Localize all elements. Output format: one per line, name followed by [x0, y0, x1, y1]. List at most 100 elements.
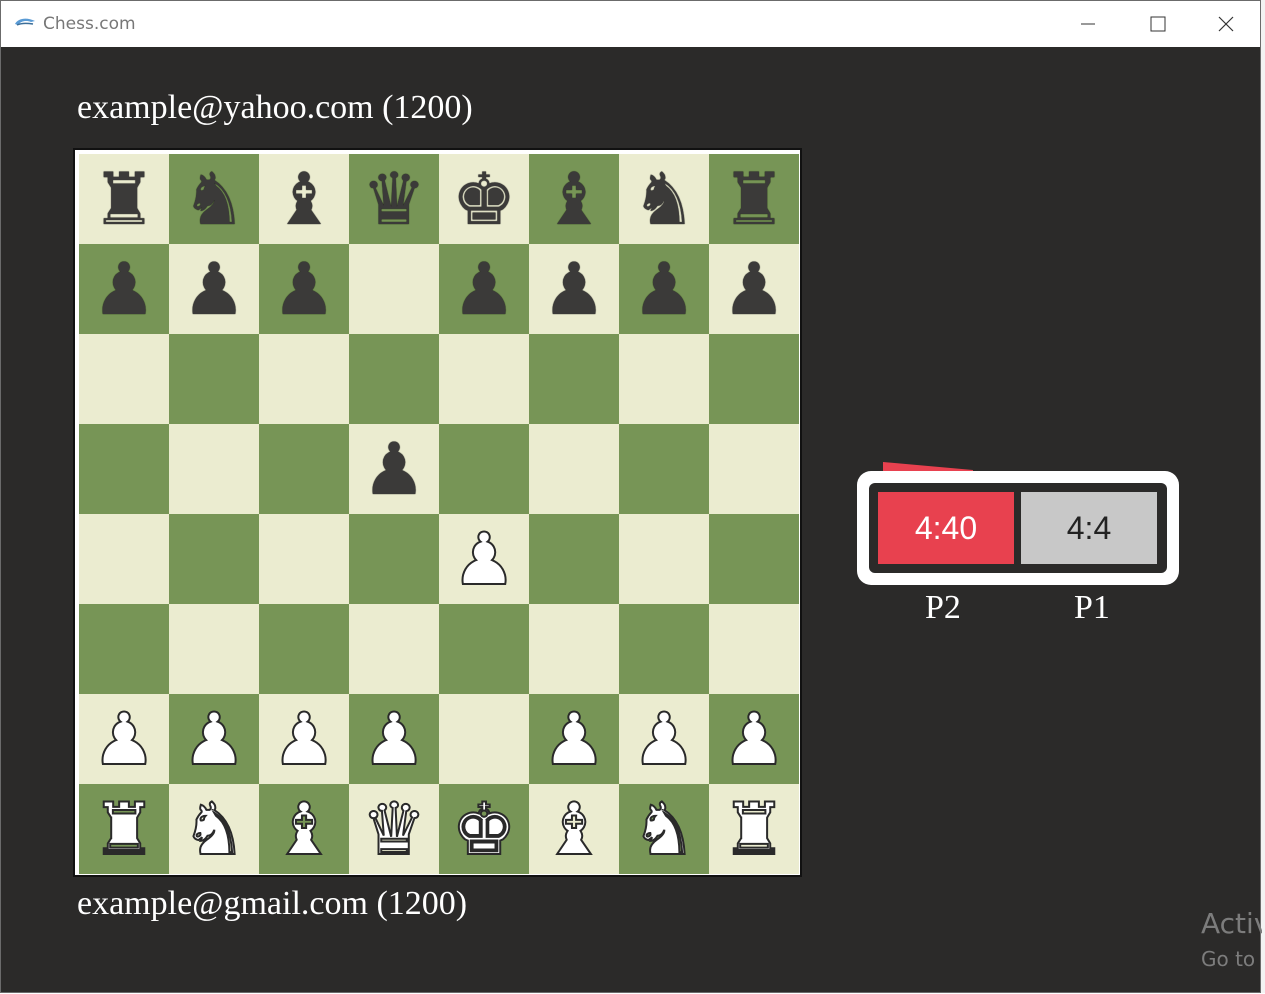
white-knight-icon[interactable]: ♞: [181, 792, 248, 866]
white-pawn-icon[interactable]: ♟: [541, 702, 608, 776]
square-e1[interactable]: ♚: [439, 784, 529, 874]
square-c6[interactable]: [259, 334, 349, 424]
activate-windows-subtitle: Go to: [1201, 947, 1256, 971]
white-rook-icon[interactable]: ♜: [721, 792, 788, 866]
white-pawn-icon[interactable]: ♟: [181, 702, 248, 776]
square-e4[interactable]: ♟: [439, 514, 529, 604]
square-d7[interactable]: [349, 244, 439, 334]
square-b4[interactable]: [169, 514, 259, 604]
square-c2[interactable]: ♟: [259, 694, 349, 784]
square-e5[interactable]: [439, 424, 529, 514]
black-queen-icon[interactable]: ♛: [362, 163, 427, 235]
white-queen-icon[interactable]: ♛: [361, 792, 428, 866]
black-king-icon[interactable]: ♚: [452, 163, 517, 235]
square-e6[interactable]: [439, 334, 529, 424]
square-h1[interactable]: ♜: [709, 784, 799, 874]
square-a6[interactable]: [79, 334, 169, 424]
square-c4[interactable]: [259, 514, 349, 604]
square-c7[interactable]: ♟: [259, 244, 349, 334]
white-pawn-icon[interactable]: ♟: [361, 702, 428, 776]
square-b8[interactable]: ♞: [169, 154, 259, 244]
square-b3[interactable]: [169, 604, 259, 694]
square-d2[interactable]: ♟: [349, 694, 439, 784]
square-a1[interactable]: ♜: [79, 784, 169, 874]
square-b7[interactable]: ♟: [169, 244, 259, 334]
square-h7[interactable]: ♟: [709, 244, 799, 334]
square-h4[interactable]: [709, 514, 799, 604]
square-g3[interactable]: [619, 604, 709, 694]
activate-windows-title: Activ: [1201, 907, 1262, 940]
square-f7[interactable]: ♟: [529, 244, 619, 334]
chess-board[interactable]: ♜ ♞ ♝ ♛ ♚ ♝ ♞ ♜ ♟ ♟ ♟ ♟ ♟ ♟ ♟ ♟ ♟ ♟ ♟ ♟ ♟ ♟ ♟ ♟ ♜ ♞ ♝ ♛ ♚ ♝ ♞ ♜: [79, 154, 799, 874]
square-h6[interactable]: [709, 334, 799, 424]
black-rook-icon[interactable]: ♜: [92, 163, 157, 235]
white-pawn-icon[interactable]: ♟: [91, 702, 158, 776]
black-pawn-icon[interactable]: ♟: [362, 433, 427, 505]
square-a7[interactable]: ♟: [79, 244, 169, 334]
square-f8[interactable]: ♝: [529, 154, 619, 244]
square-d5[interactable]: ♟: [349, 424, 439, 514]
square-g2[interactable]: ♟: [619, 694, 709, 784]
square-a3[interactable]: [79, 604, 169, 694]
white-rook-icon[interactable]: ♜: [91, 792, 158, 866]
square-c3[interactable]: [259, 604, 349, 694]
square-h5[interactable]: [709, 424, 799, 514]
square-a8[interactable]: ♜: [79, 154, 169, 244]
black-pawn-icon[interactable]: ♟: [542, 253, 607, 325]
square-c1[interactable]: ♝: [259, 784, 349, 874]
square-g5[interactable]: [619, 424, 709, 514]
black-pawn-icon[interactable]: ♟: [272, 253, 337, 325]
square-h2[interactable]: ♟: [709, 694, 799, 784]
black-pawn-icon[interactable]: ♟: [452, 253, 517, 325]
square-g7[interactable]: ♟: [619, 244, 709, 334]
black-pawn-icon[interactable]: ♟: [92, 253, 157, 325]
white-bishop-icon[interactable]: ♝: [541, 792, 608, 866]
white-pawn-icon[interactable]: ♟: [271, 702, 338, 776]
white-pawn-icon[interactable]: ♟: [451, 522, 518, 596]
white-knight-icon[interactable]: ♞: [631, 792, 698, 866]
white-bishop-icon[interactable]: ♝: [271, 792, 338, 866]
black-rook-icon[interactable]: ♜: [722, 163, 787, 235]
black-pawn-icon[interactable]: ♟: [632, 253, 697, 325]
square-g6[interactable]: [619, 334, 709, 424]
clock-label-p2: P2: [925, 589, 961, 626]
square-h8[interactable]: ♜: [709, 154, 799, 244]
square-b1[interactable]: ♞: [169, 784, 259, 874]
square-e2[interactable]: [439, 694, 529, 784]
square-f5[interactable]: [529, 424, 619, 514]
square-d1[interactable]: ♛: [349, 784, 439, 874]
square-b2[interactable]: ♟: [169, 694, 259, 784]
square-h3[interactable]: [709, 604, 799, 694]
square-d4[interactable]: [349, 514, 439, 604]
square-g8[interactable]: ♞: [619, 154, 709, 244]
square-d3[interactable]: [349, 604, 439, 694]
square-f4[interactable]: [529, 514, 619, 604]
white-pawn-icon[interactable]: ♟: [631, 702, 698, 776]
black-pawn-icon[interactable]: ♟: [182, 253, 247, 325]
black-pawn-icon[interactable]: ♟: [722, 253, 787, 325]
square-f1[interactable]: ♝: [529, 784, 619, 874]
black-bishop-icon[interactable]: ♝: [542, 163, 607, 235]
square-a2[interactable]: ♟: [79, 694, 169, 784]
square-c8[interactable]: ♝: [259, 154, 349, 244]
black-knight-icon[interactable]: ♞: [182, 163, 247, 235]
square-a5[interactable]: [79, 424, 169, 514]
square-d8[interactable]: ♛: [349, 154, 439, 244]
white-pawn-icon[interactable]: ♟: [721, 702, 788, 776]
black-bishop-icon[interactable]: ♝: [272, 163, 337, 235]
square-a4[interactable]: [79, 514, 169, 604]
black-knight-icon[interactable]: ♞: [632, 163, 697, 235]
square-b5[interactable]: [169, 424, 259, 514]
white-king-icon[interactable]: ♚: [451, 792, 518, 866]
square-e8[interactable]: ♚: [439, 154, 529, 244]
square-g1[interactable]: ♞: [619, 784, 709, 874]
square-e3[interactable]: [439, 604, 529, 694]
square-e7[interactable]: ♟: [439, 244, 529, 334]
square-f2[interactable]: ♟: [529, 694, 619, 784]
square-b6[interactable]: [169, 334, 259, 424]
square-f3[interactable]: [529, 604, 619, 694]
square-c5[interactable]: [259, 424, 349, 514]
square-g4[interactable]: [619, 514, 709, 604]
square-f6[interactable]: [529, 334, 619, 424]
square-d6[interactable]: [349, 334, 439, 424]
